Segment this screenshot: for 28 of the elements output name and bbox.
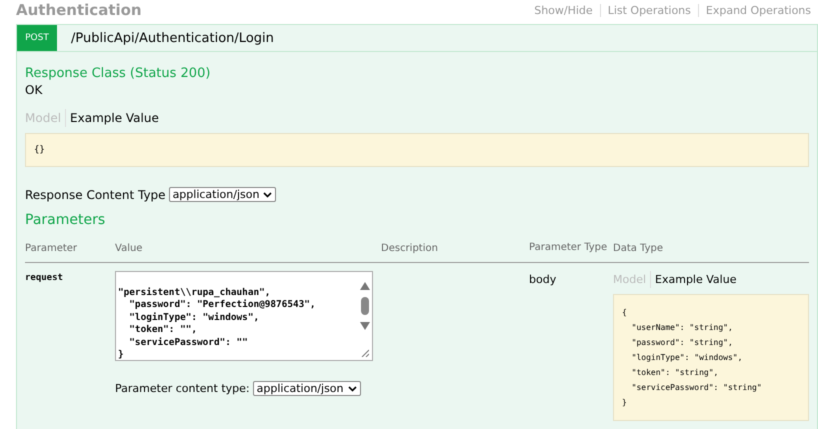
section-heading: Response Class (Status 200) <box>25 66 212 81</box>
column-header: Value <box>115 234 381 263</box>
chevron-icon <box>348 386 356 392</box>
resize-grip-icon[interactable] <box>361 349 369 357</box>
content-type-select[interactable]: application/json <box>168 187 276 202</box>
field-label: Parameter content type: <box>115 382 250 395</box>
column-header: Description <box>381 234 529 263</box>
example-code-block: {} <box>25 133 809 167</box>
section-heading: Parameters <box>25 212 106 228</box>
status-text: OK <box>25 83 44 97</box>
scrollbar-thumb[interactable] <box>361 297 369 315</box>
example-code-block: { "userName": "string", "password": "string", "loginType": "windows", "token": "string", "servicePassword": "string" } <box>613 294 809 421</box>
method-badge: POST <box>17 25 57 51</box>
scroll-up-icon[interactable] <box>360 282 370 290</box>
resource-title: Authentication <box>16 1 142 19</box>
column-header: Parameter Type <box>529 234 613 263</box>
value-textarea[interactable]: "persistent\\rupa_chauhan", "password": "Perfection@9876543", "loginType": "windows", "token": "", "servicePassword": "" } <box>115 271 373 361</box>
scroll-down-icon[interactable] <box>360 322 370 330</box>
chevron-icon <box>263 192 272 198</box>
column-header: Parameter <box>25 234 115 263</box>
content-type-select[interactable]: application/json <box>252 381 360 396</box>
model-tab[interactable]: Example Value <box>650 271 740 288</box>
parameter-type: body <box>529 272 558 288</box>
field-label: Response Content Type <box>25 188 166 202</box>
model-tab[interactable]: Example Value <box>65 109 163 127</box>
column-header: Data Type <box>613 234 809 263</box>
parameter-name: request <box>25 272 64 285</box>
endpoint-path[interactable]: /PublicApi/Authentication/Login <box>71 30 274 46</box>
